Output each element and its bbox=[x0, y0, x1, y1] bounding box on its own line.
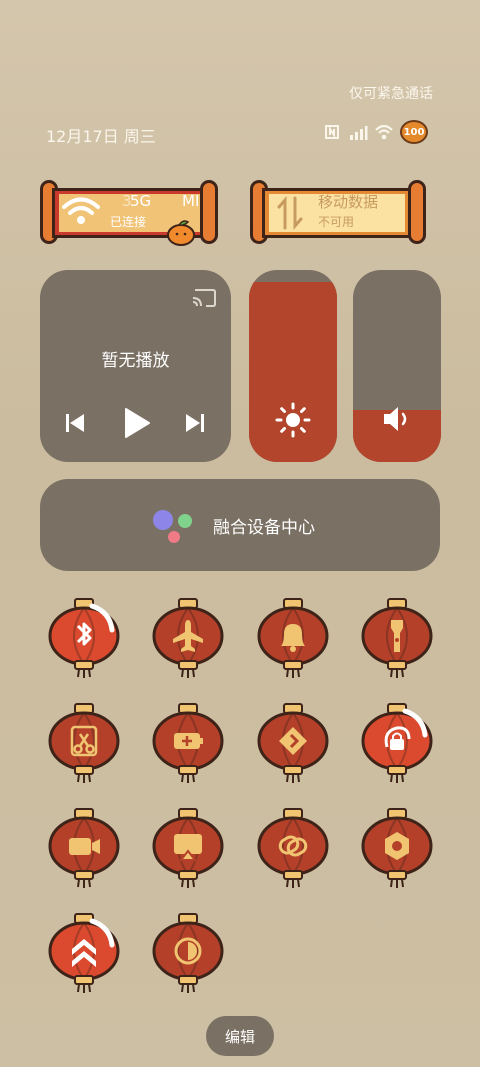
media-player-card: 暂无播放 bbox=[40, 270, 231, 462]
mobile-data-title: 移动数据 bbox=[318, 193, 379, 211]
toggle-performance-mode[interactable] bbox=[44, 913, 124, 993]
toggle-settings[interactable] bbox=[357, 808, 437, 888]
mobile-data-status: 不可用 bbox=[318, 215, 355, 229]
toggle-bluetooth[interactable] bbox=[44, 598, 124, 678]
battery-icon: 100 bbox=[400, 120, 428, 144]
date-text: 12月17日 周三 bbox=[46, 127, 156, 146]
wifi-status: 已连接 bbox=[110, 215, 147, 229]
status-icons: 100 bbox=[322, 120, 428, 144]
emergency-calls-only-text: 仅可紧急通话 bbox=[349, 86, 433, 102]
device-center-icon bbox=[153, 510, 192, 543]
toggle-screen-record[interactable] bbox=[44, 808, 124, 888]
wifi-title: 5G bbox=[130, 192, 152, 210]
device-center-label: 融合设备中心 bbox=[213, 518, 315, 538]
toggle-dark-mode[interactable] bbox=[148, 913, 228, 993]
toggle-ring-mode[interactable] bbox=[253, 598, 333, 678]
volume-icon bbox=[384, 407, 407, 431]
wifi-icon bbox=[62, 197, 100, 224]
brightness-slider[interactable] bbox=[249, 270, 337, 462]
battery-plus-icon bbox=[174, 733, 203, 749]
device-center-card[interactable]: 融合设备中心 bbox=[40, 479, 440, 571]
cast-icon[interactable] bbox=[191, 286, 217, 308]
toggle-airplane-mode[interactable] bbox=[148, 598, 228, 678]
signal-icon bbox=[350, 126, 368, 140]
toggle-directions[interactable] bbox=[253, 703, 333, 783]
brightness-icon bbox=[275, 402, 311, 438]
play-icon[interactable] bbox=[122, 406, 152, 440]
next-track-icon[interactable] bbox=[184, 410, 206, 436]
wifi-status-icon bbox=[375, 124, 393, 140]
toggle-battery-saver[interactable] bbox=[148, 703, 228, 783]
toggle-link-sharing[interactable] bbox=[253, 808, 333, 888]
toggle-screen-cast[interactable] bbox=[148, 808, 228, 888]
volume-slider[interactable] bbox=[353, 270, 441, 462]
previous-track-icon[interactable] bbox=[64, 410, 86, 436]
toggle-flashlight[interactable] bbox=[357, 598, 437, 678]
nfc-icon bbox=[325, 125, 339, 139]
toggle-rotation-lock[interactable] bbox=[357, 703, 437, 783]
tangerine-mascot-icon bbox=[167, 220, 195, 246]
scroll-roll-right bbox=[408, 180, 426, 244]
wifi-title-suffix: MI bbox=[182, 192, 200, 210]
toggle-screenshot[interactable] bbox=[44, 703, 124, 783]
wifi-tile[interactable]: 3 5G MI 已连接 bbox=[40, 180, 218, 246]
media-status-text: 暂无播放 bbox=[101, 351, 170, 371]
mobile-data-tile[interactable]: 移动数据 不可用 bbox=[250, 180, 426, 246]
edit-button[interactable]: 编辑 bbox=[206, 1016, 274, 1056]
scroll-roll-right bbox=[200, 180, 218, 244]
mobile-data-arrows-icon bbox=[277, 195, 303, 231]
